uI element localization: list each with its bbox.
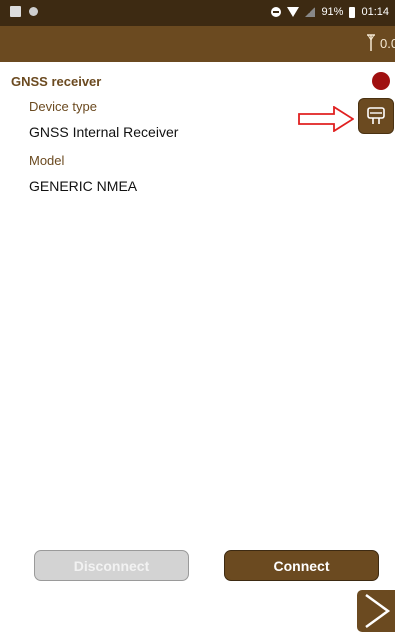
connect-button[interactable]: Connect	[224, 550, 379, 581]
image-notification-icon	[10, 6, 21, 17]
signal-icon	[305, 7, 316, 17]
next-button[interactable]	[357, 590, 395, 632]
connection-status-indicator	[372, 72, 390, 90]
chevron-right-icon	[365, 593, 391, 629]
toolbar-value: 0.0	[380, 36, 395, 51]
device-type-value: GNSS Internal Receiver	[29, 124, 179, 140]
status-right-icons: 91% 01:14	[271, 6, 389, 18]
status-bar: 91% 01:14	[0, 0, 395, 26]
do-not-disturb-icon	[271, 7, 282, 17]
app-toolbar	[0, 26, 395, 62]
disconnect-button[interactable]: Disconnect	[34, 550, 189, 581]
section-title: GNSS receiver	[11, 74, 102, 89]
device-type-label: Device type	[29, 99, 97, 114]
antenna-icon[interactable]	[366, 34, 376, 52]
model-label: Model	[29, 153, 65, 168]
notification-dot-icon	[29, 7, 38, 16]
battery-percent: 91%	[321, 6, 344, 18]
arrow-right-icon	[298, 106, 354, 132]
model-value: GENERIC NMEA	[29, 178, 138, 194]
device-settings-button[interactable]	[358, 98, 394, 134]
clock: 01:14	[361, 6, 389, 18]
status-left-icons	[10, 6, 38, 17]
gnss-device-icon	[367, 107, 385, 124]
wifi-icon	[287, 7, 300, 17]
battery-icon	[349, 6, 356, 18]
